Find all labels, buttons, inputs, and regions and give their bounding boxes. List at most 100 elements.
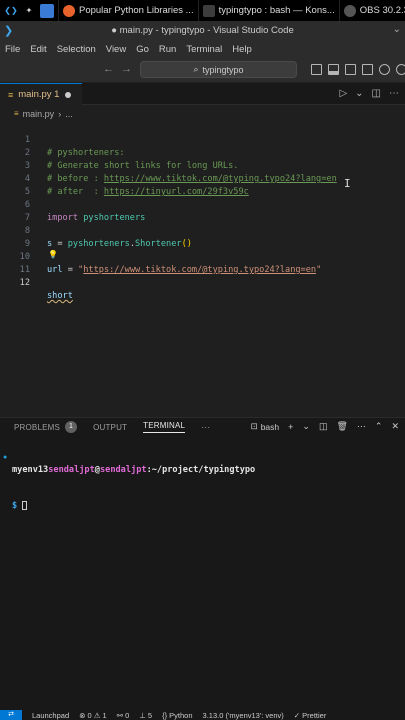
minimize-icon[interactable]: ⌄ [393, 24, 401, 35]
command-center-search[interactable]: ⌕ typingtypo [140, 61, 297, 78]
obs-icon [343, 4, 356, 17]
terminal-host: sendaljpt [99, 465, 147, 475]
python-file-icon: ≡ [8, 89, 14, 100]
tab-terminal-label: TERMINAL [143, 421, 186, 430]
breadcrumb-separator-icon: › [58, 108, 62, 119]
code-line: 9 [0, 225, 405, 249]
line-number: 12 [19, 278, 30, 288]
trash-icon[interactable]: 🗑 [336, 421, 347, 432]
terminal-shell-selector[interactable]: ⊡ bash [251, 421, 280, 432]
menu-help[interactable]: Help [227, 44, 257, 55]
tab-main-py[interactable]: ≡ main.py 1 [0, 83, 82, 105]
terminal-cursor [22, 501, 28, 510]
menu-file[interactable]: File [0, 44, 25, 55]
status-ports[interactable]: ⚯ 0 [117, 711, 130, 720]
text-cursor-icon: I [344, 177, 351, 190]
tab-label: main.py 1 [18, 89, 60, 100]
terminal-prompt: $ [12, 501, 23, 511]
breadcrumb: ≡ main.py › ... [0, 106, 405, 121]
status-bar: ⇄ Launchpad ⊗ 0 ⚠ 1 ⚯ 0 ⊥ 5 {} Python 3.… [0, 710, 405, 720]
vscode-taskbar-icon[interactable]: ❮❯ [4, 4, 18, 18]
terminal-icon [202, 4, 215, 17]
taskbar-tab-konsole[interactable]: typingtypo : bash — Kons... [197, 0, 339, 21]
terminal-actions: ⊡ bash + ⌄ ◫ 🗑 ⋯ ⌃ ✕ [251, 421, 399, 432]
chevron-up-icon[interactable]: ⌃ [375, 421, 383, 432]
status-lines[interactable]: ⊥ 5 [139, 711, 152, 720]
os-taskbar: ❮❯ ✦ Popular Python Libraries ... typing… [0, 0, 405, 21]
more-actions-icon[interactable]: ⋯ [389, 88, 399, 99]
chevron-down-icon[interactable]: ⌄ [355, 88, 363, 99]
split-terminal-icon[interactable]: ◫ [319, 421, 328, 432]
window-titlebar: ❯ ● main.py - typingtypo - Visual Studio… [0, 21, 405, 40]
taskbar-tab-browser[interactable]: Popular Python Libraries ... [58, 0, 198, 21]
code-line-current: 12 short [0, 264, 405, 301]
accounts-icon[interactable] [379, 64, 390, 75]
forward-arrow-icon[interactable]: → [121, 63, 132, 75]
menu-run[interactable]: Run [154, 44, 181, 55]
unsaved-dot-icon[interactable] [65, 91, 72, 98]
editor-actions: ▷ ⌄ ◫ ⋯ [339, 88, 399, 99]
settings-gear-icon[interactable] [396, 64, 405, 75]
menu-go[interactable]: Go [131, 44, 154, 55]
status-launchpad[interactable]: Launchpad [32, 711, 69, 720]
breadcrumb-more[interactable]: ... [65, 109, 73, 119]
close-icon[interactable]: ✕ [391, 421, 399, 432]
menu-selection[interactable]: Selection [52, 44, 101, 55]
terminal-input-line: $ [12, 500, 402, 512]
back-arrow-icon[interactable]: ← [103, 63, 114, 75]
menu-view[interactable]: View [101, 44, 131, 55]
breadcrumb-file[interactable]: main.py [23, 109, 55, 119]
code-line: 2 # Generate short links for long URLs. [0, 134, 405, 171]
code-line: 8 s = pyshorteners.Shortener() [0, 212, 405, 249]
status-problems[interactable]: ⊗ 0 ⚠ 1 [79, 711, 107, 720]
more-actions-icon[interactable]: ⋯ [357, 421, 366, 432]
taskbar-tab-obs[interactable]: OBS 30.2.3 [338, 0, 405, 21]
python-file-icon: ≡ [14, 109, 19, 118]
status-language[interactable]: {} Python [162, 711, 192, 720]
shell-name: bash [260, 421, 280, 432]
code-line: 11 [0, 251, 405, 275]
terminal-path: :~/project/typingtypo [146, 465, 256, 475]
pin-icon[interactable]: ✦ [22, 4, 36, 18]
split-editor-icon[interactable]: ◫ [372, 88, 381, 99]
code-identifier-warning: short [47, 291, 73, 301]
window-title: ● main.py - typingtypo - Visual Studio C… [111, 25, 294, 36]
editor-tab-bar: ≡ main.py 1 ▷ ⌄ ◫ ⋯ [0, 83, 405, 105]
lightbulb-icon[interactable]: 💡 [48, 250, 58, 259]
run-play-icon[interactable]: ▷ [339, 88, 347, 99]
menu-edit[interactable]: Edit [25, 44, 51, 55]
terminal-venv: myenv13 [12, 465, 49, 475]
terminal-user: sendaljpt [48, 465, 95, 475]
status-interpreter[interactable]: 3.13.0 ('myenv13': venv) [203, 711, 284, 720]
tab-problems[interactable]: PROBLEMS 1 [14, 421, 78, 433]
code-line: 3 # before : https://www.tiktok.com/@typ… [0, 147, 405, 184]
code-line: 7 [0, 199, 405, 223]
tab-output[interactable]: OUTPUT [93, 423, 127, 432]
remote-indicator-icon[interactable]: ⇄ [0, 710, 22, 720]
toggle-sidebar-icon[interactable] [311, 64, 322, 75]
file-manager-icon[interactable] [40, 3, 54, 18]
code-editor[interactable]: 1 # pyshorteners: 2 # Generate short lin… [0, 121, 405, 410]
panel-more-icon[interactable]: ··· [201, 422, 210, 432]
code-line: 4 # after : https://tinyurl.com/29f3v59c [0, 160, 405, 197]
tab-problems-label: PROBLEMS [14, 422, 61, 432]
tab-terminal[interactable]: TERMINAL [143, 421, 186, 433]
bottom-panel: PROBLEMS 1 OUTPUT TERMINAL ··· ⊡ bash + ⌄ … [0, 417, 405, 710]
command-bar: ← → ⌕ typingtypo [0, 58, 405, 82]
new-terminal-plus-icon[interactable]: + [288, 422, 293, 432]
problems-count-badge: 1 [65, 421, 78, 433]
menu-bar: File Edit Selection View Go Run Terminal… [0, 40, 405, 58]
menu-terminal[interactable]: Terminal [181, 44, 227, 55]
code-line: 10 url = "https://www.tiktok.com/@typing… [0, 238, 405, 275]
status-prettier[interactable]: ✓ Prettier [294, 711, 327, 720]
customize-layout-icon[interactable] [362, 64, 373, 75]
toggle-panel-icon[interactable] [328, 64, 339, 75]
search-icon: ⌕ [193, 64, 199, 74]
layout-controls [311, 64, 405, 75]
terminal-output[interactable]: myenv13sendaljpt@sendaljpt:~/project/typ… [12, 440, 402, 536]
terminal-icon: ⊡ [250, 421, 258, 431]
chevron-down-icon[interactable]: ⌄ [302, 421, 310, 432]
terminal-prompt-line: myenv13sendaljpt@sendaljpt:~/project/typ… [12, 464, 402, 476]
toggle-secondary-sidebar-icon[interactable] [345, 64, 356, 75]
firefox-icon [63, 4, 75, 17]
